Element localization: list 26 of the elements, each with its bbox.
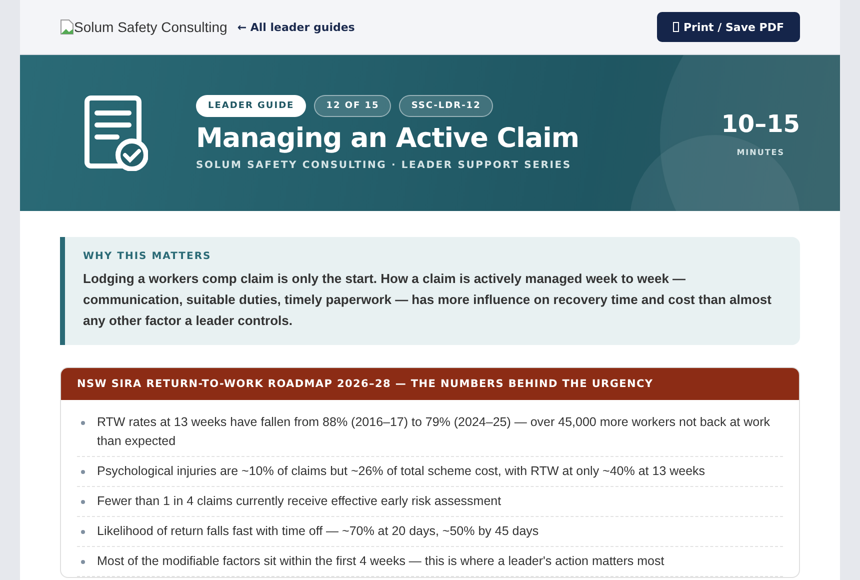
series-subtitle: SOLUM SAFETY CONSULTING · LEADER SUPPORT SERIES xyxy=(196,160,572,171)
duration-value: 10–15 xyxy=(721,110,800,138)
back-link[interactable]: ← All leader guides xyxy=(237,20,355,34)
roadmap-item: Most of the modifiable factors sit within the first 4 weeks — this is where a leader's action matters most xyxy=(97,553,664,570)
callout-text: Lodging a workers comp claim is only the start. How a claim is actively managed week to week — communication, suitable duties, timely paperwork — has more influence on recovery time and cost than almost any other factor a leader controls. xyxy=(83,270,772,330)
duration-unit: MINUTES xyxy=(736,148,784,156)
callout-heading: WHY THIS MATTERS xyxy=(83,251,212,262)
bullet-icon xyxy=(81,500,85,504)
roadmap-item: RTW rates at 13 weeks have fallen from 88% (2016–17) to 79% (2024–25) — over 45,000 more workers not back at work than expected xyxy=(97,414,772,450)
bullet-icon xyxy=(81,470,85,474)
broken-image-icon xyxy=(60,19,74,35)
bullet-icon xyxy=(81,560,85,564)
page-title: Managing an Active Claim xyxy=(196,123,580,154)
bullet-icon xyxy=(81,530,85,534)
bullet-icon xyxy=(81,421,85,425)
roadmap-heading: NSW SIRA RETURN-TO-WORK ROADMAP 2026–28 — THE NUMBERS BEHIND THE URGENCY xyxy=(61,368,799,400)
missing-glyph-icon xyxy=(673,22,680,32)
logo-alt-text: Solum Safety Consulting xyxy=(74,19,228,35)
guide-badge: SSC-LDR-12 xyxy=(399,95,493,117)
roadmap-item: Psychological injuries are ~10% of claims but ~26% of total scheme cost, with RTW at only ~40% at 13 weeks xyxy=(97,463,706,480)
guide-badge: 12 OF 15 xyxy=(314,95,392,117)
guide-badge: LEADER GUIDE xyxy=(196,95,306,117)
document-check-icon xyxy=(84,95,148,171)
print-button[interactable]: Print / Save PDF xyxy=(657,12,800,42)
roadmap-item: Fewer than 1 in 4 claims currently receive effective early risk assessment xyxy=(97,493,502,510)
roadmap-item: Likelihood of return falls fast with time off — ~70% at 20 days, ~50% by 45 days xyxy=(97,523,539,540)
